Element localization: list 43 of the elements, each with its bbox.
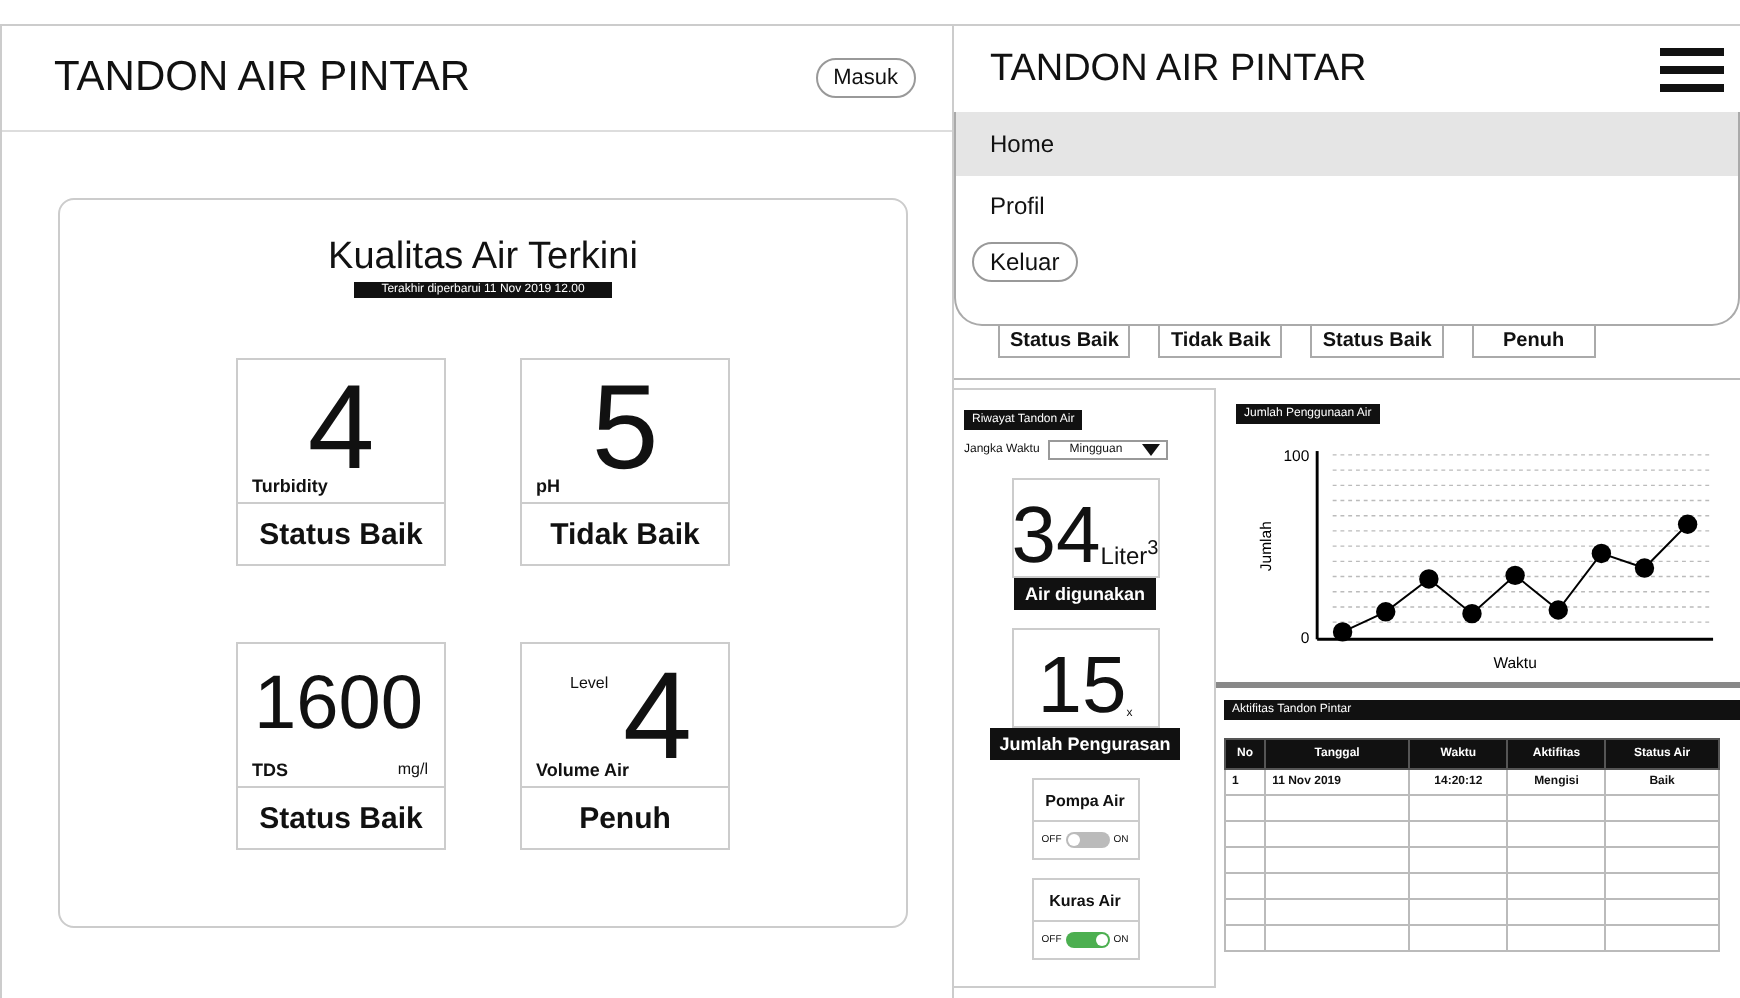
data-point [1591, 543, 1612, 564]
switch-title: Kuras Air [1033, 880, 1137, 922]
data-point [1332, 622, 1353, 642]
stat-value: 15 [1037, 646, 1127, 726]
metric-status: Penuh [577, 799, 673, 839]
data-point [1677, 514, 1698, 534]
toggle-switch[interactable] [1065, 832, 1110, 848]
data-point [1419, 569, 1439, 589]
card-title: Kualitas Air Terkini [328, 236, 638, 280]
toggle-switch[interactable] [1065, 932, 1110, 948]
data-point [1376, 602, 1396, 622]
metric-value: 5 [591, 380, 659, 476]
y-tick-label: 0 [1300, 629, 1310, 648]
y-tick-label: 100 [1283, 446, 1310, 465]
menu-item[interactable]: Home [956, 112, 1738, 176]
metric-value: 1600 [254, 672, 424, 736]
data-point [1634, 558, 1655, 578]
x-axis-label: Waktu [1493, 654, 1537, 673]
metric-value: 4 [307, 380, 375, 476]
metric-status: Tidak Baik [548, 515, 702, 555]
y-axis-label: Jumlah [1256, 521, 1275, 572]
login-button[interactable]: Masuk [815, 58, 916, 98]
data-point [1548, 600, 1568, 620]
app-title: TANDON AIR PINTAR [54, 54, 471, 102]
logout-button[interactable]: Keluar [972, 242, 1078, 282]
stat-label: Jumlah Pengurasan [989, 728, 1181, 760]
app-title: TANDON AIR PINTAR [990, 47, 1367, 91]
metric-label: Turbidity [252, 476, 328, 496]
switch-title: Pompa Air [1033, 780, 1137, 822]
metric-label: pH [536, 476, 560, 496]
metric-status: Status Baik [257, 515, 425, 555]
metric-unit: mg/l [397, 760, 428, 778]
data-point [1505, 565, 1525, 586]
metric-label: TDS [252, 760, 288, 780]
data-point [1462, 603, 1482, 624]
caret-icon [1142, 444, 1161, 456]
metric-prefix: Level [570, 674, 609, 692]
stat-label: Air digunakan [1014, 578, 1155, 610]
stat-value: 34 [1011, 496, 1101, 576]
menu-icon[interactable] [1660, 47, 1724, 91]
menu-item[interactable]: Profil [956, 176, 1738, 234]
metric-status: Status Baik [257, 799, 425, 839]
stat-unit: Liter$^{3}$ [1100, 538, 1159, 570]
